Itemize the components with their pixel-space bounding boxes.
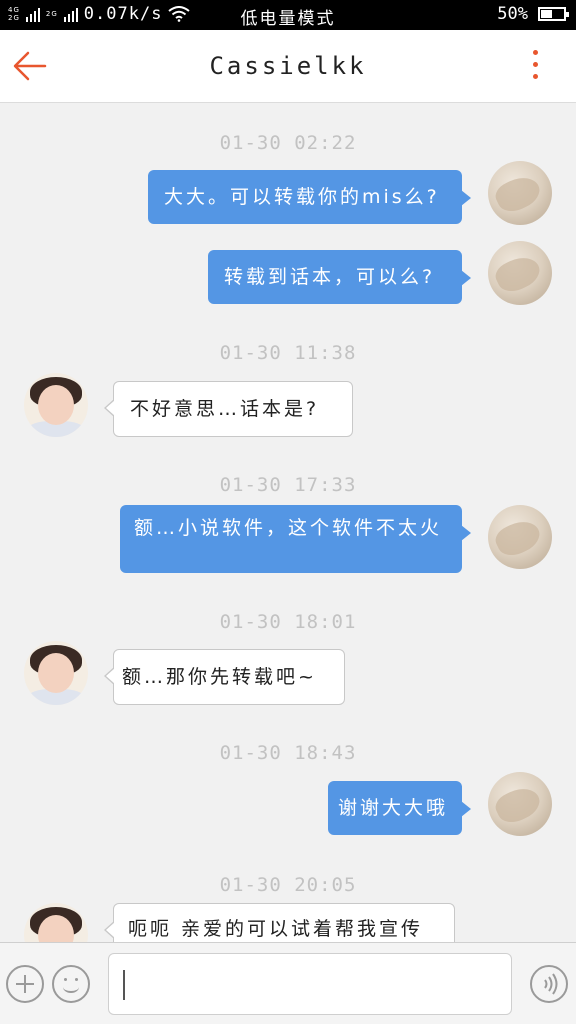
low-power-mode-label: 低电量模式: [240, 9, 336, 29]
timestamp: 01-30 18:43: [219, 742, 357, 764]
timestamp: 01-30 20:05: [219, 874, 357, 896]
avatar-me[interactable]: [488, 241, 552, 305]
message-bubble-outgoing[interactable]: 转载到话本，可以么?: [208, 250, 471, 304]
chat-screen: 4G 2G 2G 0.07k/s 低电量模式 50% Cassielkk 01-…: [0, 0, 576, 1024]
avatar-contact[interactable]: [24, 373, 88, 437]
message-bubble-outgoing[interactable]: 额…小说软件，这个软件不太火: [120, 505, 471, 573]
voice-icon[interactable]: [530, 965, 568, 1003]
more-vertical-icon[interactable]: [530, 50, 540, 82]
message-bubble-incoming[interactable]: 额…那你先转载吧~: [104, 649, 345, 705]
battery-status: 50%: [497, 4, 569, 24]
timestamp: 01-30 18:01: [219, 611, 357, 633]
avatar-contact[interactable]: [24, 641, 88, 705]
message-bubble-outgoing[interactable]: 谢谢大大哦: [328, 781, 471, 835]
battery-icon: [538, 7, 569, 21]
text-caret: [123, 970, 125, 1000]
chat-title: Cassielkk: [209, 52, 367, 80]
avatar-me[interactable]: [488, 505, 552, 569]
status-bar: 4G 2G 2G 0.07k/s 低电量模式 50%: [0, 0, 576, 30]
chat-header: Cassielkk: [0, 30, 576, 103]
message-bubble-outgoing[interactable]: 大大。可以转载你的mis么?: [148, 170, 471, 224]
timestamp: 01-30 17:33: [219, 474, 357, 496]
timestamp: 01-30 11:38: [219, 342, 357, 364]
message-input[interactable]: [108, 953, 512, 1015]
message-bubble-incoming[interactable]: 不好意思…话本是?: [104, 381, 353, 437]
battery-percent: 50%: [497, 4, 528, 24]
avatar-me[interactable]: [488, 161, 552, 225]
plus-circle-icon[interactable]: [6, 965, 44, 1003]
smiley-icon[interactable]: [52, 965, 90, 1003]
message-input-bar: [0, 942, 576, 1024]
avatar-me[interactable]: [488, 772, 552, 836]
timestamp: 01-30 02:22: [219, 132, 357, 154]
